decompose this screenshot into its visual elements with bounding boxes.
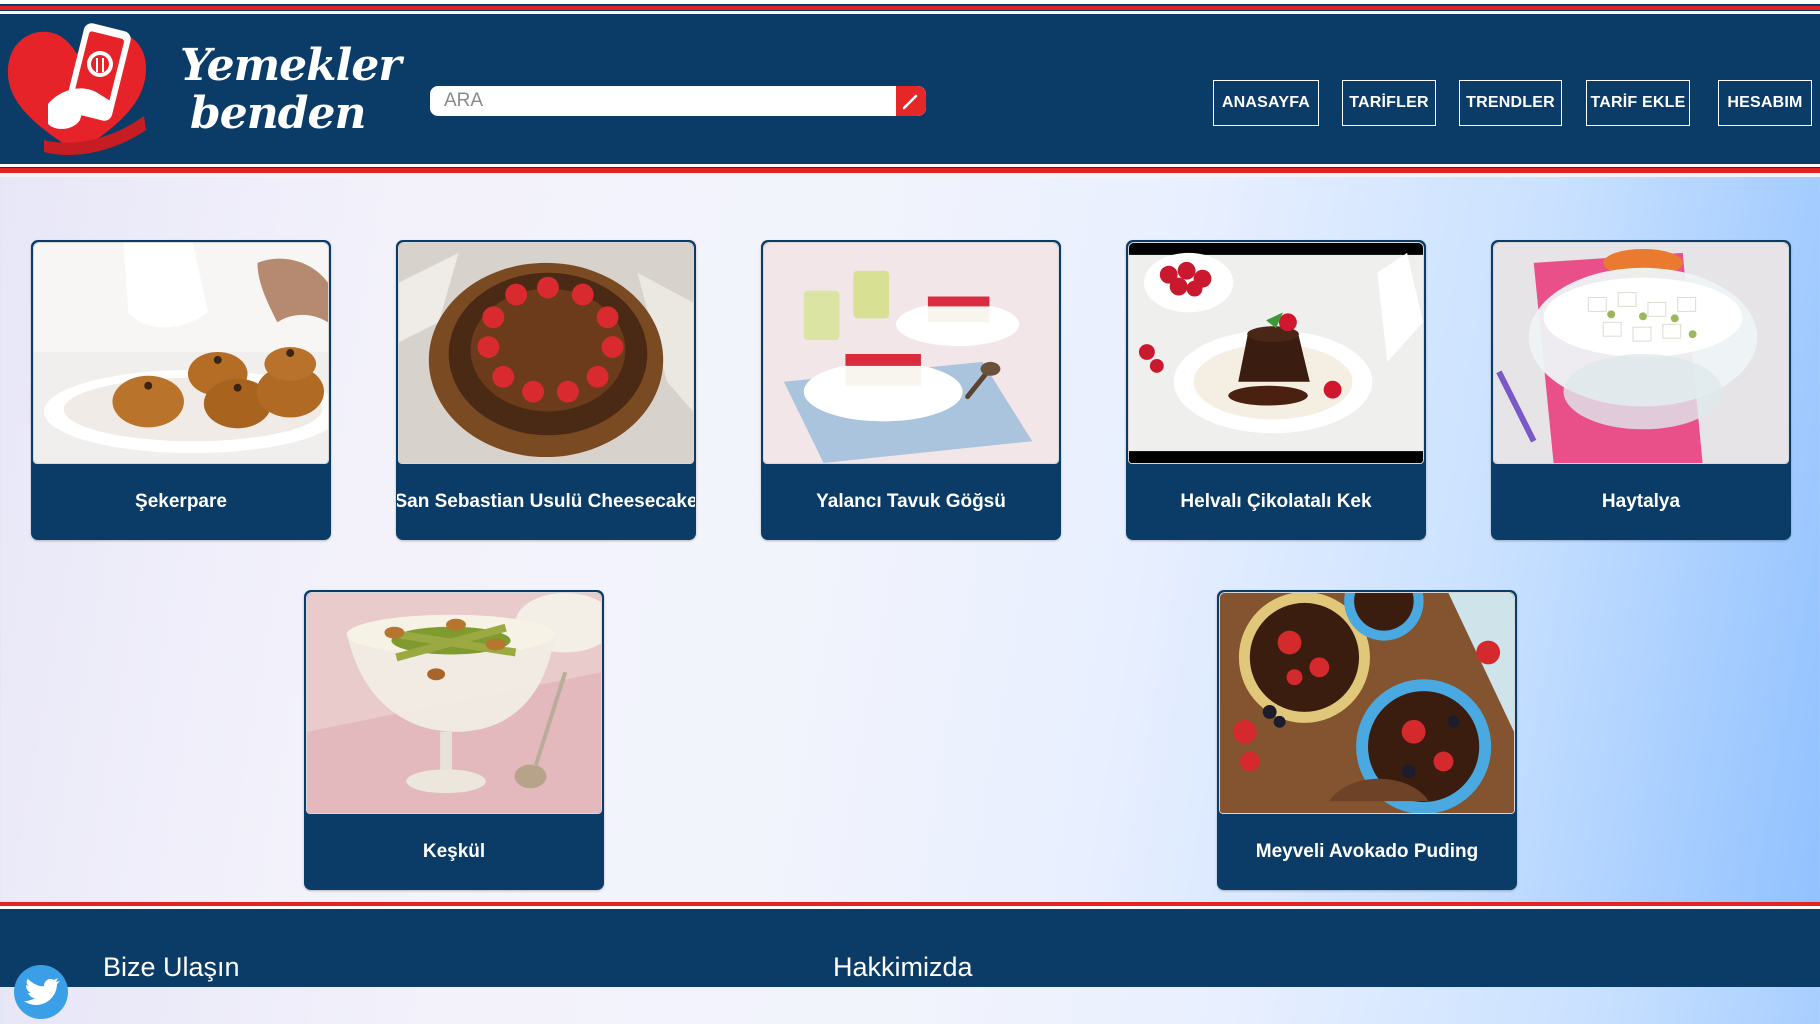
- header-top-stripe: [0, 11, 1820, 14]
- nav-anasayfa[interactable]: ANASAYFA: [1213, 80, 1319, 126]
- recipe-card[interactable]: Keşkül: [304, 590, 604, 890]
- recipe-title[interactable]: San Sebastian Usulü Cheesecake: [397, 465, 695, 539]
- header-top-stripe: [0, 6, 1820, 10]
- recipe-title[interactable]: Haytalya: [1492, 465, 1790, 539]
- nav-trendler[interactable]: TRENDLER: [1459, 80, 1562, 126]
- nav-tarif-ekle[interactable]: TARİF EKLE: [1586, 80, 1690, 126]
- main-nav: ANASAYFA TARİFLER TRENDLER TARİF EKLE HE…: [0, 80, 1820, 128]
- header-top-stripe: [0, 0, 1820, 4]
- recipe-photo[interactable]: [763, 242, 1059, 464]
- nav-hesabim[interactable]: HESABIM: [1718, 80, 1812, 126]
- recipe-card[interactable]: Şekerpare: [31, 240, 331, 540]
- contact-heading: Bize Ulaşın: [103, 952, 240, 982]
- recipe-photo[interactable]: [1128, 242, 1424, 464]
- recipe-card[interactable]: Helvalı Çikolatalı Kek: [1126, 240, 1426, 540]
- nav-tarifler[interactable]: TARİFLER: [1342, 80, 1436, 126]
- recipe-card[interactable]: Haytalya: [1491, 240, 1791, 540]
- recipe-title[interactable]: Keşkül: [305, 815, 603, 889]
- recipe-photo[interactable]: [33, 242, 329, 464]
- recipe-photo[interactable]: [398, 242, 694, 464]
- about-heading[interactable]: Hakkimizda: [833, 952, 973, 983]
- site-footer: Bize Ulaşın Hakkimizda: [0, 902, 1820, 1019]
- site-header: Yemekler benden ANASAYFA TARİFLER TRENDL…: [0, 0, 1820, 177]
- recipe-card[interactable]: Yalancı Tavuk Göğsü: [761, 240, 1061, 540]
- recipe-title[interactable]: Şekerpare: [32, 465, 330, 539]
- recipe-photo[interactable]: [1493, 242, 1789, 464]
- recipe-title[interactable]: Yalancı Tavuk Göğsü: [762, 465, 1060, 539]
- recipe-title[interactable]: Helvalı Çikolatalı Kek: [1127, 465, 1425, 539]
- twitter-icon[interactable]: [14, 965, 68, 1019]
- recipe-photo[interactable]: [306, 592, 602, 814]
- recipe-title[interactable]: Meyveli Avokado Puding: [1218, 815, 1516, 889]
- recipe-photo[interactable]: [1219, 592, 1515, 814]
- recipe-card[interactable]: Meyveli Avokado Puding: [1217, 590, 1517, 890]
- header-bottom-stripe: [0, 173, 1820, 177]
- footer-top-stripe: [0, 906, 1820, 909]
- recipe-card[interactable]: San Sebastian Usulü Cheesecake: [396, 240, 696, 540]
- header-bottom-stripe: [0, 164, 1820, 167]
